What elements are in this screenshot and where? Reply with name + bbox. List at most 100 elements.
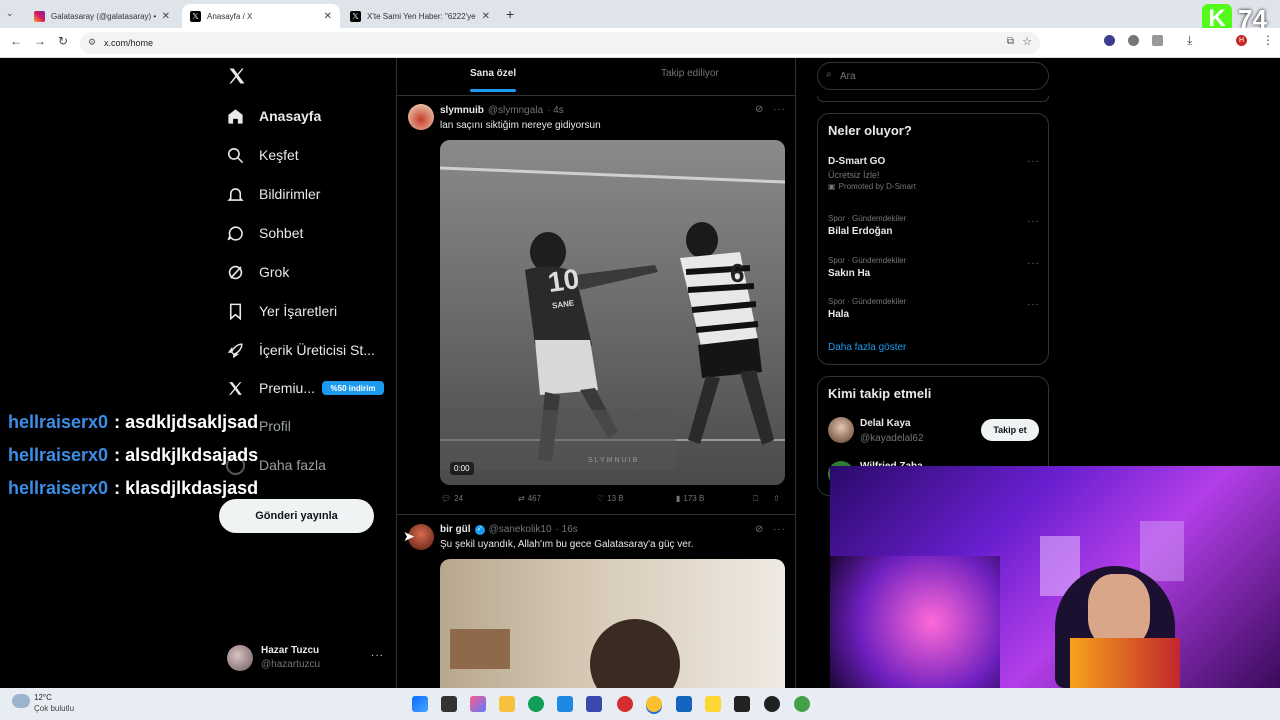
- chrome-icon[interactable]: [794, 696, 810, 712]
- post-time[interactable]: · 16s: [556, 524, 578, 535]
- weather-temp[interactable]: 12°C: [34, 693, 52, 702]
- post-video[interactable]: [440, 559, 785, 688]
- views-chart-icon: ▮: [676, 494, 681, 503]
- like-button[interactable]: ♡ 13 B: [597, 494, 624, 503]
- bookmark-button[interactable]: ⎕: [753, 494, 758, 504]
- nav-notifications[interactable]: Bildirimler: [226, 179, 320, 209]
- nav-explore[interactable]: Keşfet: [226, 140, 299, 170]
- suggested-user-name[interactable]: Delal Kaya: [860, 418, 911, 429]
- opera-icon[interactable]: [617, 696, 633, 712]
- heart-icon: ♡: [597, 494, 605, 503]
- video-watermark: SLYMNUIB: [588, 457, 640, 464]
- home-icon: [228, 108, 243, 124]
- tab-following[interactable]: Takip ediliyor: [661, 68, 719, 79]
- more-dots-icon[interactable]: ···: [1027, 258, 1040, 269]
- nav-creator-studio[interactable]: İçerik Üreticisi St...: [226, 335, 375, 365]
- nav-premium[interactable]: Premiu...: [226, 373, 315, 403]
- search-input[interactable]: ⌕ Ara: [817, 62, 1049, 90]
- jersey-number: 6: [730, 258, 745, 288]
- views-button[interactable]: ▮ 173 B: [676, 494, 704, 503]
- store-icon[interactable]: [557, 696, 573, 712]
- share-button[interactable]: ⇧: [773, 494, 780, 503]
- trend-title: Hala: [828, 309, 850, 320]
- tab-label: X'te Sami Yen Haber: "6222'ye g: [367, 11, 476, 21]
- avatar[interactable]: [828, 417, 854, 443]
- reply-button[interactable]: 💬︎ 24: [441, 494, 463, 503]
- more-dots-icon[interactable]: ···: [1027, 216, 1040, 227]
- panel-edge: [817, 96, 1049, 102]
- trend-title: Bilal Erdoğan: [828, 226, 893, 237]
- copilot-icon[interactable]: [470, 696, 486, 712]
- url-field[interactable]: ⚙ x.com/home ⧉ ☆: [80, 32, 1040, 54]
- nav-messages[interactable]: Sohbet: [226, 218, 303, 248]
- extension-icon[interactable]: [1104, 35, 1115, 46]
- post-author-handle[interactable]: @sanekolik10: [489, 524, 552, 535]
- more-dots-icon[interactable]: ···: [773, 524, 786, 535]
- browser-menu-icon[interactable]: ⋮: [1262, 33, 1274, 47]
- extension-icon[interactable]: [1128, 35, 1139, 46]
- post-header: slymnuib @slymngala · 4s: [440, 105, 564, 116]
- more-dots-icon[interactable]: ···: [773, 104, 786, 115]
- video-frame: [440, 140, 785, 485]
- chrome-icon[interactable]: [646, 696, 662, 712]
- app-icon[interactable]: [734, 696, 750, 712]
- bookmark-star-icon[interactable]: ☆: [1022, 35, 1032, 48]
- grok-icon[interactable]: ⊘: [755, 524, 763, 535]
- edge-icon[interactable]: [528, 696, 544, 712]
- browser-tab-x-home[interactable]: 𝕏 Anasayfa / X ✕: [182, 4, 340, 28]
- post-text: lan saçını siktiğim nereye gidiyorsun: [440, 120, 601, 131]
- post-time[interactable]: · 4s: [547, 105, 564, 116]
- post-author-handle[interactable]: @slymngala: [488, 105, 543, 116]
- more-dots-icon[interactable]: ···: [1027, 156, 1040, 167]
- new-tab-button[interactable]: +: [506, 6, 514, 22]
- app-icon[interactable]: [676, 696, 692, 712]
- trend-item[interactable]: D-Smart GO Ücretsiz İzle! ▣ Promoted by D…: [828, 156, 1040, 196]
- install-app-icon[interactable]: ⧉: [1007, 36, 1014, 47]
- tab-label: Galatasaray (@galatasaray) • Ins: [51, 11, 156, 21]
- windows-start-icon[interactable]: [412, 696, 428, 712]
- browser-tab-sami-yen[interactable]: 𝕏 X'te Sami Yen Haber: "6222'ye g ✕: [342, 4, 498, 28]
- extensions-puzzle-icon[interactable]: [1152, 35, 1163, 46]
- nav-home[interactable]: Anasayfa: [226, 101, 321, 131]
- app-icon[interactable]: [586, 696, 602, 712]
- nav-label: Grok: [259, 264, 290, 280]
- site-info-icon[interactable]: ⚙: [88, 37, 96, 48]
- profile-avatar-icon[interactable]: H: [1236, 35, 1247, 46]
- grok-icon[interactable]: ⊘: [755, 104, 763, 115]
- browser-tab-instagram[interactable]: Galatasaray (@galatasaray) • Ins ✕: [26, 4, 178, 28]
- active-tab-indicator: [470, 89, 516, 92]
- x-logo-icon[interactable]: [227, 66, 247, 88]
- nav-label: Sohbet: [259, 225, 304, 241]
- more-dots-icon[interactable]: ···: [1027, 299, 1040, 310]
- weather-cloud-icon: [12, 694, 30, 708]
- close-tab-icon[interactable]: ✕: [324, 11, 332, 22]
- task-view-icon[interactable]: [441, 696, 457, 712]
- account-switcher[interactable]: Hazar Tuzcu @hazartuzcu ···: [226, 644, 386, 674]
- nav-grok[interactable]: Grok: [226, 257, 289, 287]
- post-author-name[interactable]: slymnuib: [440, 105, 484, 116]
- trend-item[interactable]: Spor · Gündemdekiler Bilal Erdoğan ···: [828, 214, 1040, 244]
- forward-button[interactable]: →: [34, 34, 46, 48]
- avatar[interactable]: [408, 104, 434, 130]
- close-tab-icon[interactable]: ✕: [162, 11, 170, 22]
- trend-item[interactable]: Spor · Gündemdekiler Hala ···: [828, 297, 1040, 327]
- post-video[interactable]: 10 SANE 6 SLYMNUIB 0:00: [440, 140, 785, 485]
- chat-message: hellraiserx0 : alsdkjlkdsajads: [8, 445, 258, 478]
- media-player-icon[interactable]: [764, 696, 780, 712]
- nav-bookmarks[interactable]: Yer İşaretleri: [226, 296, 337, 326]
- trend-item[interactable]: Spor · Gündemdekiler Sakın Ha ···: [828, 256, 1040, 286]
- weather-desc[interactable]: Çok bulutlu: [34, 704, 74, 713]
- repost-button[interactable]: ⇄ 467: [518, 494, 541, 503]
- close-tab-icon[interactable]: ✕: [482, 11, 490, 22]
- reload-button[interactable]: ↻: [58, 34, 68, 48]
- trend-title: Sakın Ha: [828, 268, 871, 279]
- file-explorer-icon[interactable]: [499, 696, 515, 712]
- tab-for-you[interactable]: Sana özel: [470, 68, 516, 79]
- post-author-name[interactable]: bir gül: [440, 524, 471, 535]
- follow-button[interactable]: Takip et: [981, 419, 1039, 441]
- show-more-link[interactable]: Daha fazla göster: [828, 342, 906, 353]
- download-icon[interactable]: ⤓: [1187, 33, 1192, 48]
- app-icon[interactable]: [705, 696, 721, 712]
- back-button[interactable]: ←: [10, 34, 22, 48]
- tab-list-icon[interactable]: ⌄: [6, 8, 20, 20]
